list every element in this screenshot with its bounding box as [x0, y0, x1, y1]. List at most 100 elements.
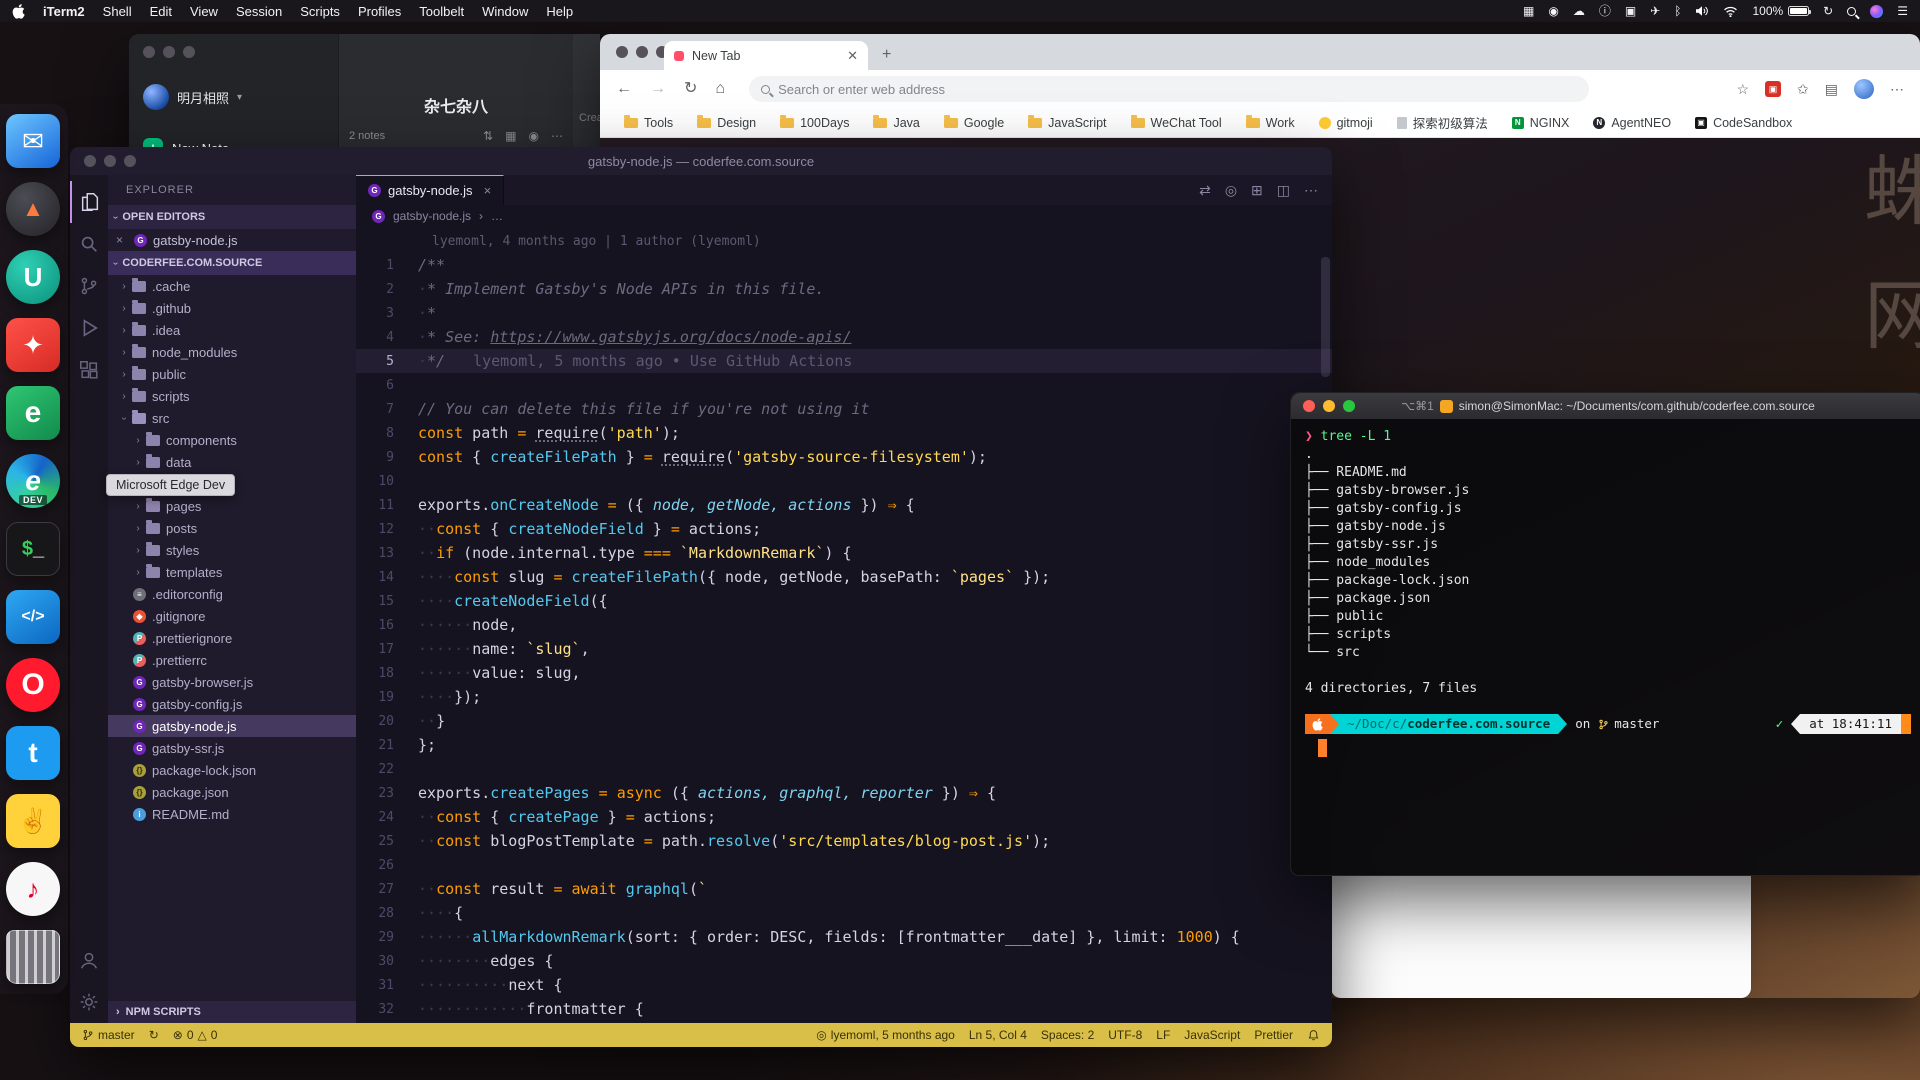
favorites-bar-icon[interactable]: ✩ — [1797, 81, 1809, 98]
menu-scripts[interactable]: Scripts — [300, 4, 340, 19]
code-line-2[interactable]: 2·* Implement Gatsby's Node APIs in this… — [356, 277, 1332, 301]
wifi-icon[interactable] — [1723, 6, 1738, 17]
code-line-24[interactable]: 24··const { createPage } = actions; — [356, 805, 1332, 829]
new-tab-button[interactable]: + — [882, 46, 891, 64]
code-line-16[interactable]: 16······node, — [356, 613, 1332, 637]
branch-indicator[interactable]: master — [82, 1028, 135, 1042]
line-number[interactable]: 24 — [356, 810, 418, 825]
lock-icon[interactable]: ◉ — [529, 129, 539, 143]
mail-app-icon[interactable]: ✉ — [6, 114, 60, 168]
code-line-25[interactable]: 25··const blogPostTemplate = path.resolv… — [356, 829, 1332, 853]
line-number[interactable]: 10 — [356, 474, 418, 489]
favorites-add-icon[interactable]: ☆ — [1736, 81, 1749, 98]
extension-icon[interactable]: ▣ — [1765, 81, 1781, 97]
bookmark-wechat-tool[interactable]: WeChat Tool — [1131, 116, 1222, 130]
problems-indicator[interactable]: ⊗0 △0 — [173, 1028, 218, 1042]
tree-item-posts[interactable]: ›posts — [108, 517, 356, 539]
extensions-icon[interactable] — [70, 349, 108, 391]
tree-item-package-lock-json[interactable]: {}package-lock.json — [108, 759, 356, 781]
opera-icon[interactable]: O — [6, 658, 60, 712]
spotlight-icon[interactable] — [1847, 7, 1856, 16]
tree-item-gatsby-node-js[interactable]: Ggatsby-node.js — [108, 715, 356, 737]
menu-view[interactable]: View — [190, 4, 218, 19]
bookmark-work[interactable]: Work — [1246, 116, 1295, 130]
settings-icon[interactable] — [70, 981, 108, 1023]
grid-view-icon[interactable]: ▦ — [505, 129, 516, 143]
volume-icon[interactable] — [1695, 5, 1709, 17]
terminal-title-bar[interactable]: ⌥⌘1 simon@SimonMac: ~/Documents/com.gith… — [1291, 393, 1920, 419]
bookmark-java[interactable]: Java — [873, 116, 919, 130]
reload-icon[interactable]: ↻ — [684, 81, 697, 97]
line-number[interactable]: 9 — [356, 450, 418, 465]
project-section-header[interactable]: › CODERFEE.COM.SOURCE — [108, 251, 356, 275]
menu-session[interactable]: Session — [236, 4, 282, 19]
bookmark-javascript[interactable]: JavaScript — [1028, 116, 1106, 130]
account-icon[interactable] — [70, 939, 108, 981]
rocket-app-icon[interactable]: ▲ — [6, 182, 60, 236]
tree-item-pages[interactable]: ›pages — [108, 495, 356, 517]
apple-menu[interactable] — [12, 4, 25, 19]
tree-item-data[interactable]: ›data — [108, 451, 356, 473]
line-number[interactable]: 21 — [356, 738, 418, 753]
code-line-9[interactable]: 9const { createFilePath } = require('gat… — [356, 445, 1332, 469]
sync-icon[interactable]: ↻ — [1823, 5, 1833, 17]
collections-icon[interactable]: ▤ — [1825, 81, 1838, 98]
line-number[interactable]: 5 — [356, 354, 418, 369]
menu-shell[interactable]: Shell — [103, 4, 132, 19]
battery-indicator[interactable]: 100% — [1752, 4, 1809, 18]
npm-scripts-section[interactable]: › NPM SCRIPTS — [108, 1001, 356, 1023]
code-line-11[interactable]: 11exports.onCreateNode = ({ node, getNod… — [356, 493, 1332, 517]
vscode-window-controls[interactable] — [84, 155, 136, 167]
line-number[interactable]: 31 — [356, 978, 418, 993]
code-line-31[interactable]: 31··········next { — [356, 973, 1332, 997]
close-tab-icon[interactable]: ✕ — [847, 48, 858, 64]
tree-item-components[interactable]: ›components — [108, 429, 356, 451]
address-bar[interactable] — [749, 76, 1589, 102]
trash-icon[interactable] — [6, 930, 60, 984]
tree-item-templates[interactable]: ›templates — [108, 561, 356, 583]
bookmark-gitmoji[interactable]: gitmoji — [1319, 116, 1373, 130]
line-number[interactable]: 2 — [356, 282, 418, 297]
code-line-32[interactable]: 32············frontmatter { — [356, 997, 1332, 1021]
back-icon[interactable]: ← — [616, 81, 632, 97]
vscode-icon[interactable]: </> — [6, 590, 60, 644]
search-icon[interactable] — [70, 223, 108, 265]
browser-tab[interactable]: New Tab ✕ — [664, 41, 868, 70]
menu-window[interactable]: Window — [482, 4, 528, 19]
line-number[interactable]: 13 — [356, 546, 418, 561]
indent-setting[interactable]: Spaces: 2 — [1041, 1028, 1094, 1042]
bookmark-codesandbox[interactable]: ▣CodeSandbox — [1695, 116, 1792, 130]
line-number[interactable]: 6 — [356, 378, 418, 393]
bookmark-agentneo[interactable]: NAgentNEO — [1593, 116, 1671, 130]
code-line-1[interactable]: 1/** — [356, 253, 1332, 277]
code-line-18[interactable]: 18······value: slug, — [356, 661, 1332, 685]
tree-item-gatsby-config-js[interactable]: Ggatsby-config.js — [108, 693, 356, 715]
menu-edit[interactable]: Edit — [150, 4, 172, 19]
close-window-icon[interactable] — [1303, 400, 1315, 412]
more-icon[interactable]: ⋯ — [1304, 182, 1318, 199]
menu-help[interactable]: Help — [546, 4, 573, 19]
editor-tab-gatsby-node[interactable]: G gatsby-node.js × — [356, 175, 504, 205]
browser-window-controls[interactable] — [616, 46, 668, 58]
code-editor[interactable]: lyemoml, 4 months ago | 1 author (lyemom… — [356, 227, 1332, 1023]
notification-center-icon[interactable]: ☰ — [1897, 5, 1908, 17]
cursor-position[interactable]: Ln 5, Col 4 — [969, 1028, 1027, 1042]
line-number[interactable]: 17 — [356, 642, 418, 657]
u-app-icon[interactable]: U — [6, 250, 60, 304]
line-number[interactable]: 16 — [356, 618, 418, 633]
info-icon[interactable]: ⓘ — [1599, 5, 1611, 17]
tree-item-prettierignore[interactable]: P.prettierignore — [108, 627, 356, 649]
tree-item-gatsby-ssr-js[interactable]: Ggatsby-ssr.js — [108, 737, 356, 759]
bookmark-[interactable]: 探索初级算法 — [1397, 113, 1488, 132]
line-number[interactable]: 11 — [356, 498, 418, 513]
menu-app-name[interactable]: iTerm2 — [43, 4, 85, 19]
tree-item-readme-md[interactable]: iREADME.md — [108, 803, 356, 825]
code-line-28[interactable]: 28····{ — [356, 901, 1332, 925]
code-line-3[interactable]: 3·* — [356, 301, 1332, 325]
tree-item-public[interactable]: ›public — [108, 363, 356, 385]
bookmark-design[interactable]: Design — [697, 116, 756, 130]
line-number[interactable]: 8 — [356, 426, 418, 441]
tree-item-package-json[interactable]: {}package.json — [108, 781, 356, 803]
code-line-6[interactable]: 6 — [356, 373, 1332, 397]
language-mode[interactable]: JavaScript — [1184, 1028, 1240, 1042]
